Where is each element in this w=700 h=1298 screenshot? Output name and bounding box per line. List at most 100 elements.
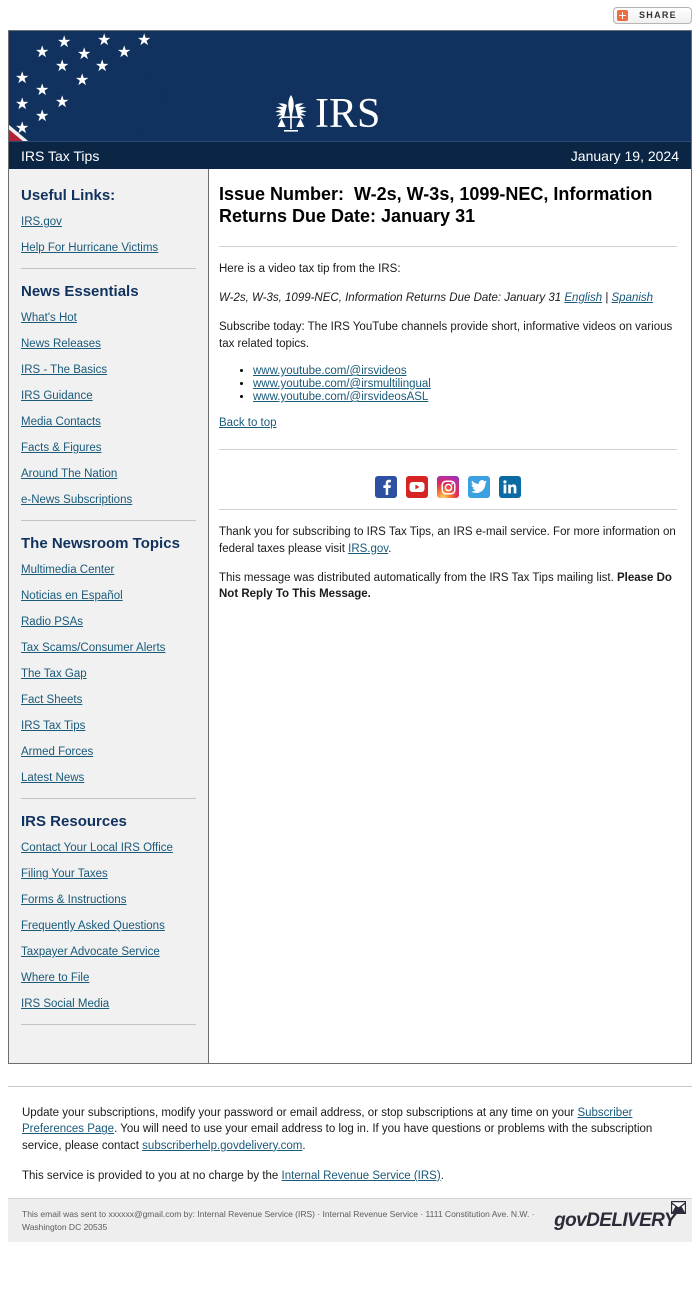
flag-stars: ★ ★ ★ ★ ★ ★ ★ ★ ★ ★ ★ ★ ★ ★ ★ bbox=[15, 32, 152, 137]
update-middle: . You will need to use your email addres… bbox=[22, 1123, 653, 1152]
sidebar-link-armed-forces[interactable]: Armed Forces bbox=[21, 746, 196, 758]
sidebar-divider bbox=[21, 520, 196, 521]
irs-logo: IRS bbox=[271, 91, 380, 137]
share-button-label: SHARE bbox=[638, 10, 677, 20]
sidebar-link-irs-social-media[interactable]: IRS Social Media bbox=[21, 998, 196, 1010]
sidebar-link-media-contacts[interactable]: Media Contacts bbox=[21, 416, 196, 428]
publication-name: IRS Tax Tips bbox=[21, 147, 100, 164]
sidebar-link-news-releases[interactable]: News Releases bbox=[21, 338, 196, 350]
footer-text-block: Update your subscriptions, modify your p… bbox=[8, 1087, 692, 1184]
video-title-line: W-2s, W-3s, 1099-NEC, Information Return… bbox=[219, 290, 677, 306]
sidebar-link-latest-news[interactable]: Latest News bbox=[21, 772, 196, 784]
update-after: . bbox=[302, 1139, 306, 1152]
sidebar-link-irs-the-basics[interactable]: IRS - The Basics bbox=[21, 364, 196, 376]
sidebar-divider-bottom bbox=[21, 1024, 196, 1025]
video-title: W-2s, W-3s, 1099-NEC, Information Return… bbox=[219, 291, 562, 304]
govdelivery-bar: This email was sent to xxxxxx@gmail.com … bbox=[8, 1198, 692, 1242]
irs-eagle-scales-emblem bbox=[275, 95, 307, 132]
thank-you-text: Thank you for subscribing to IRS Tax Tip… bbox=[219, 524, 677, 557]
back-to-top-wrap: Back to top bbox=[219, 415, 677, 431]
youtube-icon[interactable] bbox=[406, 476, 428, 499]
youtube-link-irsvideos[interactable]: www.youtube.com/@irsvideos bbox=[253, 365, 407, 377]
sidebar-link-irs-tax-tips[interactable]: IRS Tax Tips bbox=[21, 720, 196, 732]
sidebar-section-irs-resources: IRS Resources Contact Your Local IRS Off… bbox=[21, 813, 196, 1010]
sidebar-link-radio-psas[interactable]: Radio PSAs bbox=[21, 616, 196, 628]
thank-you-after: . bbox=[388, 542, 392, 555]
sidebar-link-where-to-file[interactable]: Where to File bbox=[21, 972, 196, 984]
sender-info-text: This email was sent to xxxxxx@gmail.com … bbox=[22, 1209, 535, 1232]
social-links-row bbox=[219, 464, 677, 509]
sidebar-section-news-essentials: News Essentials What's Hot News Releases… bbox=[21, 283, 196, 506]
sidebar-heading: IRS Resources bbox=[21, 813, 127, 830]
sidebar-link-around-the-nation[interactable]: Around The Nation bbox=[21, 468, 196, 480]
footer: Update your subscriptions, modify your p… bbox=[0, 1086, 700, 1242]
sidebar-section-newsroom-topics: The Newsroom Topics Multimedia Center No… bbox=[21, 535, 196, 784]
share-button[interactable]: SHARE bbox=[612, 6, 692, 24]
sidebar-heading: The Newsroom Topics bbox=[21, 535, 180, 552]
sidebar-link-contact-local-office[interactable]: Contact Your Local IRS Office bbox=[21, 842, 196, 854]
sidebar-link-irs-guidance[interactable]: IRS Guidance bbox=[21, 390, 196, 402]
irs-wordmark: IRS bbox=[315, 91, 381, 137]
publication-date-bar: IRS Tax Tips January 19, 2024 bbox=[9, 141, 691, 169]
sidebar-divider bbox=[21, 798, 196, 799]
auto-text-before: This message was distributed automatical… bbox=[219, 571, 617, 584]
us-flag-graphic: ★ ★ ★ ★ ★ ★ ★ ★ ★ ★ ★ ★ ★ ★ ★ bbox=[9, 31, 241, 141]
sidebar-link-noticias-en-espanol[interactable]: Noticias en Español bbox=[21, 590, 196, 602]
auto-distribution-text: This message was distributed automatical… bbox=[219, 570, 677, 603]
youtube-link-list: www.youtube.com/@irsvideos www.youtube.c… bbox=[219, 365, 677, 403]
email-banner: ★ ★ ★ ★ ★ ★ ★ ★ ★ ★ ★ ★ ★ ★ ★ IRS bbox=[9, 31, 691, 141]
publication-date: January 19, 2024 bbox=[570, 147, 679, 164]
irs-link[interactable]: Internal Revenue Service (IRS) bbox=[282, 1170, 441, 1182]
sidebar-heading: Useful Links: bbox=[21, 187, 116, 204]
sidebar-link-irs-gov[interactable]: IRS.gov bbox=[21, 216, 196, 228]
no-charge-text: This service is provided to you at no ch… bbox=[22, 1168, 678, 1184]
sidebar-link-hurricane-victims[interactable]: Help For Hurricane Victims bbox=[21, 242, 196, 254]
social-divider-top bbox=[219, 449, 677, 451]
subscribe-text: Subscribe today: The IRS YouTube channel… bbox=[219, 321, 673, 350]
service-before: This service is provided to you at no ch… bbox=[22, 1169, 282, 1182]
plus-icon bbox=[616, 9, 628, 21]
content-divider bbox=[219, 245, 677, 247]
thank-you-before: Thank you for subscribing to IRS Tax Tip… bbox=[219, 526, 676, 555]
govdelivery-logo: govDELIVERY bbox=[554, 1200, 686, 1232]
sidebar-link-multimedia-center[interactable]: Multimedia Center bbox=[21, 564, 196, 576]
envelope-icon bbox=[671, 1200, 686, 1214]
issue-title: Issue Number: W-2s, W-3s, 1099-NEC, Info… bbox=[219, 184, 658, 227]
sidebar-link-tax-scams-consumer-alerts[interactable]: Tax Scams/Consumer Alerts bbox=[21, 642, 196, 654]
youtube-link-irsvideosasl[interactable]: www.youtube.com/@irsvideosASL bbox=[253, 391, 428, 403]
list-item: www.youtube.com/@irsmultilingual bbox=[253, 378, 677, 390]
list-item: www.youtube.com/@irsvideosASL bbox=[253, 391, 677, 403]
subscription-update-text: Update your subscriptions, modify your p… bbox=[22, 1105, 678, 1154]
sidebar: Useful Links: IRS.gov Help For Hurricane… bbox=[9, 169, 209, 1063]
twitter-icon[interactable] bbox=[468, 476, 490, 499]
sidebar-link-forms-instructions[interactable]: Forms & Instructions bbox=[21, 894, 196, 906]
sidebar-heading: News Essentials bbox=[21, 283, 139, 300]
sidebar-link-taxpayer-advocate[interactable]: Taxpayer Advocate Service bbox=[21, 946, 196, 958]
sidebar-link-whats-hot[interactable]: What's Hot bbox=[21, 312, 196, 324]
sidebar-link-fact-sheets[interactable]: Fact Sheets bbox=[21, 694, 196, 706]
instagram-icon[interactable] bbox=[437, 476, 459, 499]
email-frame: ★ ★ ★ ★ ★ ★ ★ ★ ★ ★ ★ ★ ★ ★ ★ IRS IRS Ta… bbox=[8, 30, 692, 1064]
youtube-link-irsmultilingual[interactable]: www.youtube.com/@irsmultilingual bbox=[253, 378, 431, 390]
linkedin-icon[interactable] bbox=[499, 476, 521, 499]
update-before: Update your subscriptions, modify your p… bbox=[22, 1107, 578, 1119]
facebook-icon[interactable] bbox=[375, 476, 397, 499]
subscriber-help-link[interactable]: subscriberhelp.govdelivery.com bbox=[142, 1140, 302, 1152]
service-after: . bbox=[440, 1169, 444, 1182]
article-content: Issue Number: W-2s, W-3s, 1099-NEC, Info… bbox=[209, 169, 691, 1063]
email-body: Useful Links: IRS.gov Help For Hurricane… bbox=[9, 169, 691, 1063]
sidebar-link-filing-your-taxes[interactable]: Filing Your Taxes bbox=[21, 868, 196, 880]
irs-gov-link[interactable]: IRS.gov bbox=[348, 543, 388, 555]
sidebar-link-enews-subscriptions[interactable]: e-News Subscriptions bbox=[21, 494, 196, 506]
english-link[interactable]: English bbox=[564, 292, 602, 304]
sidebar-link-facts-figures[interactable]: Facts & Figures bbox=[21, 442, 196, 454]
social-divider-bottom bbox=[219, 509, 677, 511]
sidebar-section-useful-links: Useful Links: IRS.gov Help For Hurricane… bbox=[21, 187, 196, 254]
back-to-top-link[interactable]: Back to top bbox=[219, 417, 277, 429]
sidebar-divider bbox=[21, 268, 196, 269]
sidebar-link-faq[interactable]: Frequently Asked Questions bbox=[21, 920, 196, 932]
sidebar-link-the-tax-gap[interactable]: The Tax Gap bbox=[21, 668, 196, 680]
list-item: www.youtube.com/@irsvideos bbox=[253, 365, 677, 377]
spanish-link[interactable]: Spanish bbox=[612, 292, 654, 304]
share-bar: SHARE bbox=[0, 0, 700, 30]
